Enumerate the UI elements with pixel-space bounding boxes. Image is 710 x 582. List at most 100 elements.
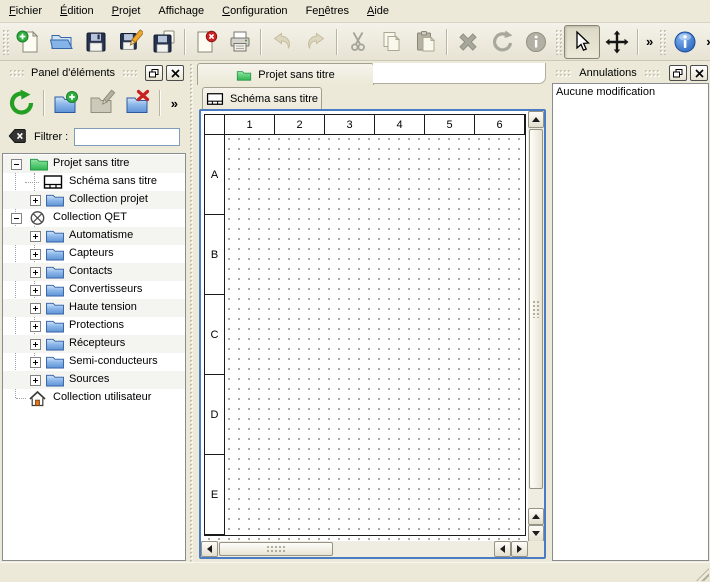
dock-float-button[interactable] <box>145 65 163 81</box>
tree-item-convertisseurs[interactable]: Convertisseurs <box>3 281 185 299</box>
scroll-left-button[interactable] <box>494 541 511 557</box>
collapse-icon[interactable] <box>11 213 22 224</box>
project-tab[interactable]: Projet sans titre <box>197 63 374 85</box>
elements-tree: Projet sans titre Schéma sans titre Coll… <box>2 153 186 561</box>
expand-icon[interactable] <box>30 303 41 314</box>
scrollbar-corner <box>528 541 544 557</box>
tree-item-haute-tension[interactable]: Haute tension <box>3 299 185 317</box>
scroll-up-button[interactable] <box>528 508 544 525</box>
tree-item-protections[interactable]: Protections <box>3 317 185 335</box>
menu-projet[interactable]: Projet <box>103 2 150 20</box>
tree-item-schema-sans-titre[interactable]: Schéma sans titre <box>3 173 185 191</box>
copy-button[interactable] <box>375 26 409 58</box>
toolbar-overflow-button[interactable]: » <box>642 34 657 49</box>
delete-button[interactable] <box>451 26 485 58</box>
edit-category-button[interactable] <box>84 84 120 122</box>
about-info-button[interactable] <box>668 26 702 58</box>
menu-fenetres[interactable]: Fenêtres <box>297 2 358 20</box>
folder-icon <box>45 372 65 387</box>
folder-icon <box>45 318 65 333</box>
tree-item-collection-qet[interactable]: Collection QET <box>3 209 185 227</box>
redo-button[interactable] <box>299 26 333 58</box>
cut-button[interactable] <box>341 26 375 58</box>
toolbar-drag-handle[interactable] <box>659 29 666 55</box>
tree-item-sources[interactable]: Sources <box>3 371 185 389</box>
scroll-right-button[interactable] <box>511 541 528 557</box>
horizontal-scrollbar-thumb[interactable] <box>219 542 333 556</box>
undo-history-list[interactable]: Aucune modification <box>552 83 709 561</box>
open-file-button[interactable] <box>45 26 79 58</box>
float-icon <box>673 69 683 78</box>
reload-collections-button[interactable] <box>4 84 40 122</box>
element-info-button[interactable] <box>519 26 553 58</box>
new-document-button[interactable] <box>11 26 45 58</box>
expand-icon[interactable] <box>30 357 41 368</box>
menu-fichier[interactable]: Fichier <box>0 2 51 20</box>
row-header: A <box>205 135 225 215</box>
vertical-scrollbar[interactable] <box>528 111 544 541</box>
menu-edition[interactable]: Édition <box>51 2 103 20</box>
folder-icon <box>45 300 65 315</box>
dock-close-button[interactable] <box>166 65 184 81</box>
undo-panel-title: Annulations <box>577 67 639 79</box>
tree-item-automatisme[interactable]: Automatisme <box>3 227 185 245</box>
scroll-left-button[interactable] <box>201 541 218 557</box>
vertical-scrollbar-thumb[interactable] <box>529 129 543 489</box>
save-all-button[interactable] <box>147 26 181 58</box>
undo-button[interactable] <box>265 26 299 58</box>
float-icon <box>149 69 159 78</box>
tree-item-recepteurs[interactable]: Récepteurs <box>3 335 185 353</box>
undo-list-item[interactable]: Aucune modification <box>553 84 708 100</box>
expand-icon[interactable] <box>30 231 41 242</box>
toolbar-drag-handle[interactable] <box>2 29 9 55</box>
tree-item-capteurs[interactable]: Capteurs <box>3 245 185 263</box>
move-tool-button[interactable] <box>600 26 634 58</box>
schema-tab[interactable]: Schéma sans titre <box>202 87 322 110</box>
expand-icon[interactable] <box>30 339 41 350</box>
dock-close-button[interactable] <box>690 65 708 81</box>
filter-input[interactable] <box>74 128 180 146</box>
elements-panel-toolbar: » <box>2 82 186 124</box>
save-as-icon <box>117 29 143 55</box>
clear-filter-button[interactable] <box>7 127 28 148</box>
paste-button[interactable] <box>409 26 443 58</box>
expand-icon[interactable] <box>30 195 41 206</box>
dock-splitter-handle[interactable] <box>186 63 197 562</box>
horizontal-scrollbar[interactable] <box>201 541 528 557</box>
save-as-button[interactable] <box>113 26 147 58</box>
tree-item-collection-projet[interactable]: Collection projet <box>3 191 185 209</box>
delete-icon <box>455 29 481 55</box>
menu-affichage[interactable]: Affichage <box>149 2 213 20</box>
expand-icon[interactable] <box>30 285 41 296</box>
print-button[interactable] <box>223 26 257 58</box>
close-file-button[interactable] <box>189 26 223 58</box>
panel-toolbar-overflow-button[interactable]: » <box>167 96 182 111</box>
new-category-button[interactable] <box>48 84 84 122</box>
toolbar-overflow-button[interactable]: » <box>702 34 710 49</box>
expand-icon[interactable] <box>30 321 41 332</box>
toolbar-drag-handle[interactable] <box>555 29 562 55</box>
dock-float-button[interactable] <box>669 65 687 81</box>
rotate-button[interactable] <box>485 26 519 58</box>
scroll-up-button[interactable] <box>528 111 544 128</box>
diagram-canvas[interactable]: 1 2 3 4 5 6 A B C D E <box>201 111 528 541</box>
menu-aide[interactable]: Aide <box>358 2 398 20</box>
elements-panel-title-bar[interactable]: Panel d'éléments <box>2 63 186 82</box>
expand-icon[interactable] <box>30 267 41 278</box>
folder-icon <box>45 282 65 297</box>
select-tool-button[interactable] <box>564 25 600 59</box>
resize-grip[interactable] <box>696 568 709 581</box>
tree-item-collection-utilisateur[interactable]: Collection utilisateur <box>3 389 185 407</box>
expand-icon[interactable] <box>30 375 41 386</box>
undo-panel-title-bar[interactable]: Annulations <box>548 63 710 82</box>
scroll-down-button[interactable] <box>528 525 544 542</box>
save-button[interactable] <box>79 26 113 58</box>
tree-item-semi-conducteurs[interactable]: Semi-conducteurs <box>3 353 185 371</box>
menu-configuration[interactable]: Configuration <box>213 2 296 20</box>
tree-item-contacts[interactable]: Contacts <box>3 263 185 281</box>
expand-icon[interactable] <box>30 249 41 260</box>
collapse-icon[interactable] <box>11 159 22 170</box>
delete-category-button[interactable] <box>120 84 156 122</box>
folder-icon <box>45 228 65 243</box>
tree-item-projet-sans-titre[interactable]: Projet sans titre <box>3 155 185 173</box>
